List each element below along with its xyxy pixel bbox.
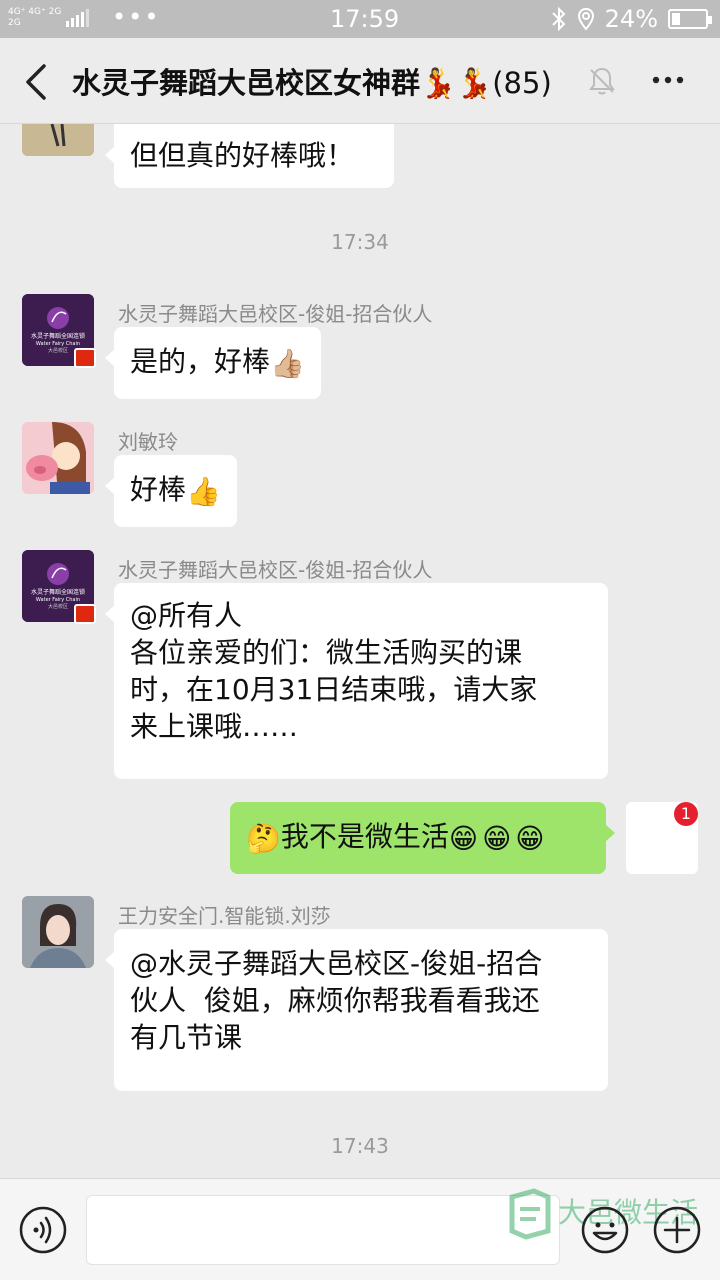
outgoing-message-bubble[interactable]: 🤔我不是微生活😁😁😁	[230, 802, 615, 874]
avatar[interactable]: 水灵子舞蹈全国连锁 Water Fairy Chain 大邑校区	[22, 550, 96, 624]
message-line: 伙人 俊姐，麻烦你帮我看看我还	[130, 984, 540, 1017]
thumbs-up-emoji: 👍🏼	[270, 346, 305, 380]
cartoon-avatar-icon	[22, 422, 94, 494]
timestamp: 17:43	[331, 1134, 389, 1158]
avatar[interactable]: 水灵子舞蹈全国连锁 Water Fairy Chain 大邑校区	[22, 294, 96, 368]
dancer-emoji: 💃💃	[420, 66, 493, 100]
status-bar: 4G⁺ 4G⁺ 2G 2G ••• 17:59 24%	[0, 0, 720, 38]
timestamp: 17:34	[331, 230, 389, 254]
group-name: 水灵子舞蹈大邑校区女神群	[72, 66, 421, 100]
sender-name: 刘敏玲	[118, 430, 178, 454]
sender-name: 王力安全门.智能锁.刘莎	[118, 904, 331, 928]
logo-text-1: 水灵子舞蹈全国连锁	[31, 332, 85, 340]
message-list[interactable]: 但但真的好棒哦！ 17:34 水灵子舞蹈全国连锁 Water Fairy Cha…	[0, 124, 720, 1178]
battery-icon	[668, 9, 712, 29]
unread-badge: 1	[674, 802, 698, 826]
status-time: 17:59	[330, 5, 400, 33]
thumbs-up-emoji: 👍	[186, 474, 221, 508]
bluetooth-icon	[551, 7, 566, 31]
battery-percent: 24%	[604, 5, 658, 33]
my-avatar[interactable]: 1	[626, 802, 698, 874]
emoji-icon[interactable]	[580, 1205, 630, 1255]
chat-header: 水灵子舞蹈大邑校区女神群💃💃(85)	[0, 38, 720, 124]
logo-text-1: 水灵子舞蹈全国连锁	[31, 588, 85, 596]
battery-fill	[672, 13, 680, 25]
voice-icon[interactable]	[18, 1205, 68, 1255]
message-bubble[interactable]: 但但真的好棒哦！	[105, 124, 394, 188]
message-line: 有几节课	[130, 1021, 243, 1054]
message-bubble[interactable]: @水灵子舞蹈大邑校区-俊姐-招合 伙人 俊姐，麻烦你帮我看看我还 有几节课	[105, 929, 608, 1091]
china-flag-icon	[74, 348, 96, 368]
sender-name: 水灵子舞蹈大邑校区-俊姐-招合伙人	[118, 558, 433, 582]
message-text: 是的，好棒	[130, 345, 271, 378]
message-text: 但但真的好棒哦！	[130, 139, 355, 172]
message-line: 来上课哦……	[130, 710, 299, 743]
china-flag-icon	[74, 604, 96, 624]
message-line: @水灵子舞蹈大邑校区-俊姐-招合	[130, 947, 543, 980]
thinking-emoji: 🤔	[246, 821, 281, 855]
avatar[interactable]	[22, 896, 94, 968]
chat-title[interactable]: 水灵子舞蹈大邑校区女神群💃💃(85)	[72, 60, 552, 102]
member-count: (85)	[492, 66, 552, 100]
message-bubble[interactable]: @所有人 各位亲爱的们：微生活购买的课 时，在10月31日结束哦，请大家 来上课…	[105, 583, 608, 779]
avatar[interactable]	[22, 422, 94, 494]
network-label-2: 2G	[8, 18, 21, 28]
signal-icon	[66, 9, 90, 27]
logo-text-2: Water Fairy Chain	[36, 341, 80, 347]
logo-text-2: Water Fairy Chain	[36, 597, 80, 603]
notification-dots: •••	[112, 3, 161, 31]
back-icon[interactable]	[20, 62, 56, 102]
message-input[interactable]	[86, 1195, 560, 1265]
more-icon[interactable]	[650, 68, 686, 92]
location-icon	[577, 7, 594, 31]
message-text: 好棒	[130, 473, 187, 506]
unread-count: 1	[680, 804, 692, 823]
message-line: 时，在10月31日结束哦，请大家	[130, 673, 538, 706]
message-text: 我不是微生活	[280, 820, 449, 853]
message-line: @所有人	[130, 599, 243, 632]
mute-bell-icon	[589, 67, 615, 95]
input-bar: 大邑微生活	[0, 1178, 720, 1280]
photo-avatar-icon	[22, 896, 94, 968]
avatar[interactable]	[22, 124, 94, 156]
logo-text-3: 大邑校区	[48, 603, 68, 610]
message-line: 各位亲爱的们：微生活购买的课	[130, 636, 523, 669]
message-bubble[interactable]: 好棒👍	[105, 455, 237, 527]
grinning-emoji: 😁😁😁	[448, 821, 549, 855]
logo-text-3: 大邑校区	[48, 347, 68, 354]
plus-icon[interactable]	[652, 1205, 702, 1255]
message-bubble[interactable]: 是的，好棒👍🏼	[105, 327, 321, 399]
sender-name: 水灵子舞蹈大邑校区-俊姐-招合伙人	[118, 302, 433, 326]
network-indicator: 4G⁺ 4G⁺ 2G 2G	[8, 7, 90, 29]
dancer-photo-icon	[22, 124, 94, 156]
network-label: 4G⁺ 4G⁺ 2G	[8, 7, 62, 17]
